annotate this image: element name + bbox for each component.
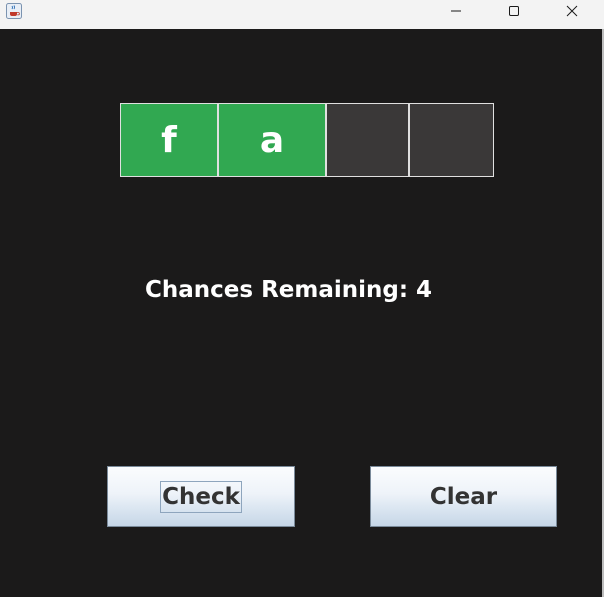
- minimize-button[interactable]: [427, 0, 485, 22]
- close-icon: [566, 5, 578, 17]
- check-button-label: Check: [160, 480, 242, 513]
- maximize-button[interactable]: [485, 0, 543, 22]
- minimize-icon: [450, 5, 462, 17]
- clear-button[interactable]: Clear: [370, 466, 557, 527]
- window-title-bar: [0, 0, 604, 29]
- chances-remaining-label: Chances Remaining: 4: [145, 277, 433, 303]
- tile-letter: a: [259, 119, 285, 161]
- letter-tile-1: f: [120, 103, 218, 177]
- close-button[interactable]: [543, 0, 601, 22]
- maximize-icon: [508, 5, 520, 17]
- letter-tile-4: [409, 103, 494, 177]
- tile-letter: f: [161, 119, 177, 161]
- clear-button-label: Clear: [429, 483, 498, 510]
- letter-tile-2: a: [218, 103, 326, 177]
- java-coffee-cup-icon[interactable]: [6, 3, 22, 19]
- letter-tile-3: [326, 103, 409, 177]
- check-button[interactable]: Check: [107, 466, 295, 527]
